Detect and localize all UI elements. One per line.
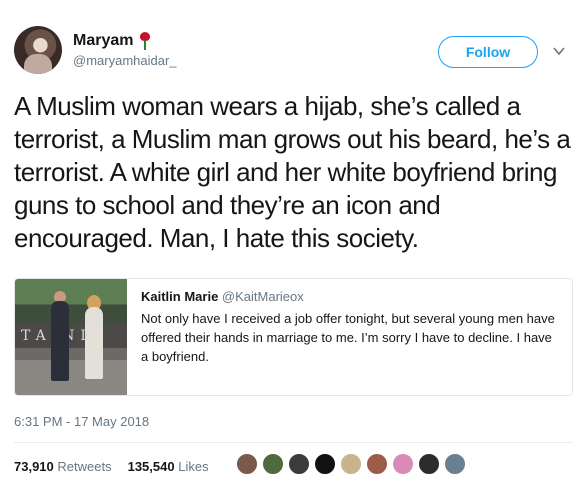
photo-person-woman [85, 307, 103, 379]
quoted-author: Kaitlin Marie @KaitMarieox [141, 289, 561, 304]
author-name[interactable]: Maryam [73, 32, 133, 50]
tweet-text: A Muslim woman wears a hijab, she’s call… [14, 91, 571, 253]
photo-wall-sign: TA NI [15, 324, 127, 348]
author-info: Maryam @maryamhaidar_ [73, 32, 177, 68]
retweets-label: Retweets [57, 459, 112, 474]
liker-avatar[interactable] [366, 453, 388, 475]
tweet-stats: 73,910 Retweets 135,540 Likes [14, 459, 225, 474]
author-handle[interactable]: @maryamhaidar_ [73, 53, 177, 68]
retweets-count: 73,910 [14, 459, 54, 474]
liker-avatar[interactable] [288, 453, 310, 475]
liker-avatar[interactable] [236, 453, 258, 475]
liker-avatar[interactable] [444, 453, 466, 475]
photo-person-man [51, 301, 69, 381]
liker-avatar[interactable] [340, 453, 362, 475]
retweets-stat[interactable]: 73,910 Retweets [14, 459, 112, 474]
rose-icon [137, 32, 153, 50]
quoted-author-name[interactable]: Kaitlin Marie [141, 289, 218, 304]
quoted-tweet[interactable]: TA NI Kaitlin Marie @KaitMarieox Not onl… [14, 278, 573, 396]
liker-avatar[interactable] [262, 453, 284, 475]
liker-avatar[interactable] [418, 453, 440, 475]
chevron-down-icon[interactable] [552, 44, 566, 58]
tweet-header: Maryam @maryamhaidar_ Follow [14, 26, 567, 78]
quoted-tweet-text: Not only have I received a job offer ton… [141, 311, 555, 364]
avatar[interactable] [14, 26, 62, 74]
tweet-timestamp[interactable]: 6:31 PM - 17 May 2018 [14, 414, 149, 429]
likes-count: 135,540 [127, 459, 175, 474]
liker-avatar[interactable] [314, 453, 336, 475]
author-name-row[interactable]: Maryam [73, 32, 153, 50]
liker-avatar[interactable] [392, 453, 414, 475]
quoted-tweet-photo[interactable]: TA NI [15, 279, 127, 395]
liker-avatars [236, 453, 470, 475]
divider [14, 442, 573, 443]
follow-button[interactable]: Follow [438, 36, 538, 68]
likes-label: Likes [178, 459, 209, 474]
quoted-tweet-body: Kaitlin Marie @KaitMarieox Not only have… [141, 289, 561, 366]
quoted-author-handle[interactable]: @KaitMarieox [222, 289, 304, 304]
likes-stat[interactable]: 135,540 Likes [128, 459, 209, 474]
